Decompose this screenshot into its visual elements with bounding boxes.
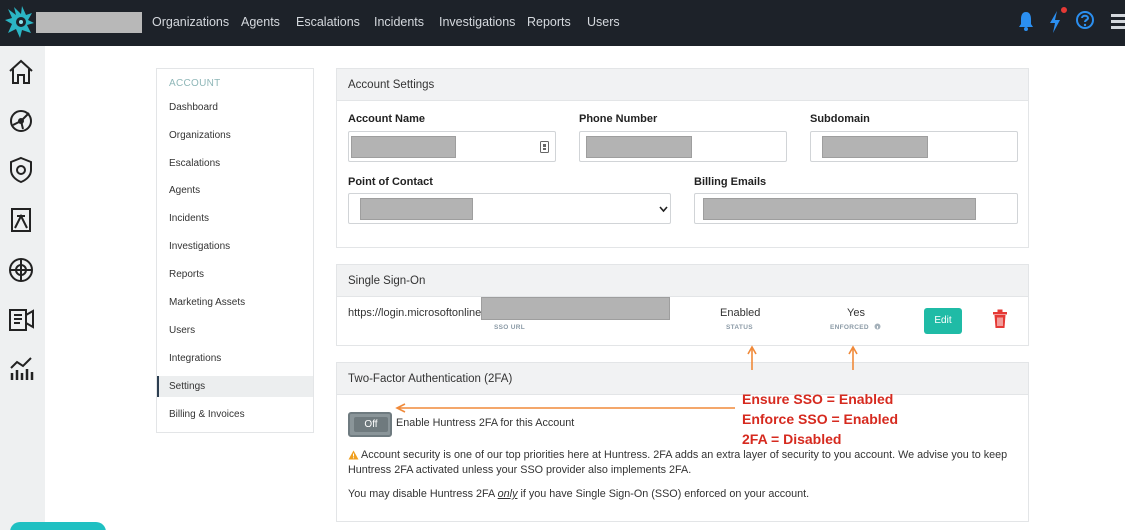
annotation-arrows bbox=[395, 345, 858, 413]
annotation-enforce-sso: Enforce SSO = Enabled bbox=[742, 411, 898, 427]
annotation-ensure-sso: Ensure SSO = Enabled bbox=[742, 391, 894, 407]
arrow-sso-status bbox=[747, 345, 757, 370]
arrow-2fa-toggle bbox=[395, 403, 735, 413]
arrow-sso-enforced bbox=[848, 345, 858, 370]
annotation-2fa-disabled: 2FA = Disabled bbox=[742, 431, 842, 447]
